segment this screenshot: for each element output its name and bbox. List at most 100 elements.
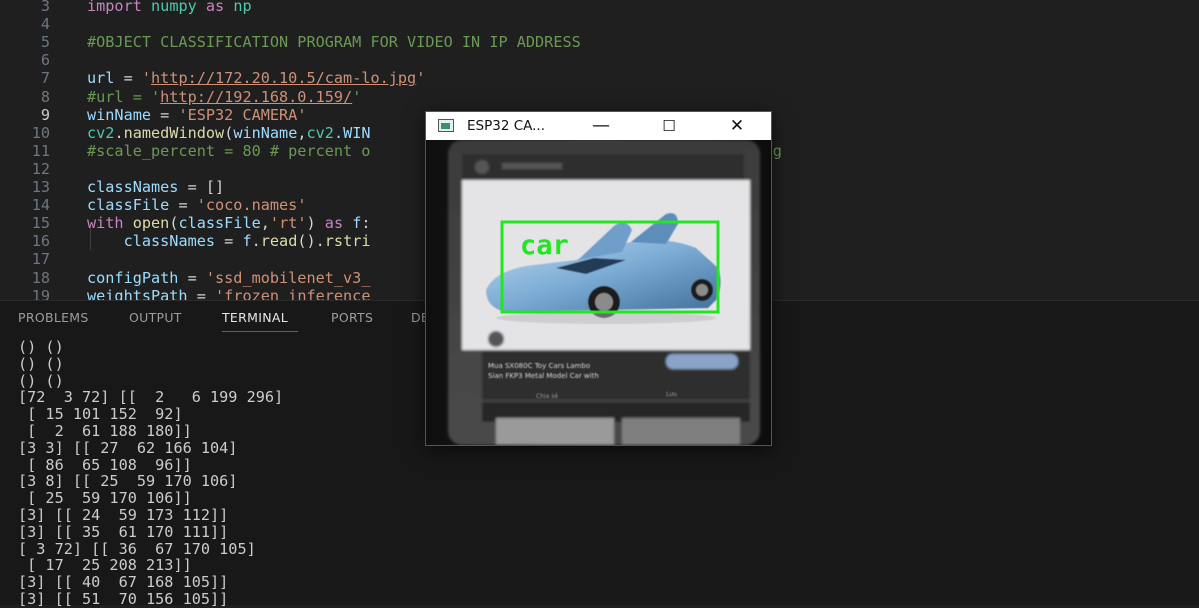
code-token: http://172.20.10.5/cam-lo.jpg (151, 69, 417, 88)
terminal-line: [3] [[ 40 67 168 105]] (18, 573, 229, 592)
code-text: url = 'http://172.20.10.5/cam-lo.jpg' (87, 69, 425, 87)
line-number: 3 (40, 0, 50, 15)
maximize-button[interactable]: ☐ (646, 112, 692, 140)
line-number: 10 (31, 123, 50, 142)
code-token: 'coco.names' (196, 196, 307, 215)
code-token: 'ESP32 CAMERA' (178, 105, 307, 124)
code-token: = (114, 69, 142, 88)
thumbnail-right (622, 418, 740, 445)
code-token: 'frozen_inference (215, 286, 371, 300)
code-token: with (87, 214, 124, 233)
code-token: classNames (87, 178, 179, 196)
code-token: ' (352, 87, 362, 106)
code-token: import (87, 0, 142, 15)
svg-text:Chia sẻ: Chia sẻ (536, 393, 558, 400)
line-number: 4 (40, 15, 50, 34)
camera-frame: Mua SX080C Toy Cars Lambo Sian FKP3 Meta… (426, 140, 771, 445)
svg-text:Lưu: Lưu (666, 391, 677, 398)
code-token: , (297, 123, 307, 142)
code-text: cv2.namedWindow(winName,cv2.WIN (87, 124, 371, 142)
code-text: classNames = f.read().rstri (87, 232, 371, 250)
code-token: (). (297, 232, 325, 251)
code-token: = (169, 196, 197, 215)
window-titlebar[interactable]: ESP32 CA... — ☐ ✕ (426, 112, 771, 140)
line-number: 14 (31, 196, 50, 215)
code-token: open (132, 214, 170, 233)
terminal-line: [3] [[ 24 59 173 112]] (18, 505, 229, 524)
tab-problems[interactable]: PROBLEMS (18, 310, 89, 325)
code-token: namedWindow (123, 123, 225, 142)
code-token: cv2 (306, 123, 334, 142)
add-cart-pill (666, 354, 738, 369)
code-text: #OBJECT CLASSIFICATION PROGRAM FOR VIDEO… (87, 33, 581, 51)
code-token: weightsPath (87, 286, 188, 300)
code-token: http://192.168.0.159/ (160, 87, 353, 106)
code-text: classFile = 'coco.names' (87, 196, 306, 214)
terminal-line: [ 86 65 108 96]] (18, 455, 192, 474)
terminal-line: [3] [[ 51 70 156 105]] (18, 589, 229, 608)
code-token: . (114, 123, 124, 142)
code-token: classFile (178, 214, 261, 233)
line-number: 17 (31, 250, 50, 269)
thumbnail-left (496, 418, 614, 445)
window-title: ESP32 CA... (467, 118, 546, 134)
code-token: url (87, 69, 115, 88)
terminal-line: () () (18, 371, 64, 390)
terminal-line: () () (18, 338, 64, 356)
terminal-line: [3 3] [[ 27 62 166 104] (18, 438, 238, 457)
svg-text:Mua SX080C Toy Cars Lambo: Mua SX080C Toy Cars Lambo (488, 362, 590, 370)
code-token: classNames (123, 232, 216, 251)
code-token: #url = ' (87, 87, 161, 106)
line-number: 7 (40, 69, 50, 88)
code-token: = (215, 232, 243, 251)
detection-label: car (520, 230, 569, 261)
code-text: classNames = [] (87, 178, 224, 196)
code-token: #scale_percent = 80 # percent o (87, 141, 371, 160)
code-token: as (324, 214, 344, 233)
terminal-line: [72 3 72] [[ 2 6 199 296] (18, 388, 284, 407)
active-tab-indicator (222, 331, 298, 332)
indent-guide (90, 228, 91, 250)
close-button[interactable]: ✕ (714, 112, 760, 140)
code-token: winName (233, 123, 298, 142)
esp32-camera-window[interactable]: ESP32 CA... — ☐ ✕ Mua SX080C Toy Cars La… (425, 111, 772, 446)
code-token: = (178, 268, 206, 287)
code-token: read (260, 232, 298, 251)
line-number: 13 (31, 178, 50, 196)
terminal-line: [3] [[ 35 61 170 111]] (18, 522, 229, 541)
minimize-button[interactable]: — (578, 112, 624, 140)
tab-output[interactable]: OUTPUT (129, 310, 182, 325)
code-text: import numpy as np (87, 0, 252, 15)
code-token: ) (306, 214, 325, 233)
code-text: winName = 'ESP32 CAMERA' (87, 106, 306, 124)
line-number: 11 (31, 141, 50, 160)
code-token: classFile (87, 196, 170, 215)
terminal-line: [3 8] [[ 25 59 170 106] (18, 472, 238, 491)
code-text: configPath = 'ssd_mobilenet_v3_ (87, 269, 370, 287)
code-token: 'ssd_mobilenet_v3_ (205, 268, 371, 287)
code-text: weightsPath = 'frozen_inference (87, 287, 370, 300)
tab-ports[interactable]: PORTS (331, 310, 373, 325)
app-window-icon (438, 119, 454, 132)
terminal-output[interactable]: () ()() ()() () [72 3 72] [[ 2 6 199 296]… (18, 339, 283, 608)
line-number: 16 (31, 232, 50, 251)
code-text: with open(classFile,'rt') as f: (87, 214, 371, 232)
code-token: winName (87, 105, 152, 124)
line-number: 9 (40, 105, 50, 124)
camera-feed: Mua SX080C Toy Cars Lambo Sian FKP3 Meta… (426, 140, 771, 445)
line-number: 18 (31, 268, 50, 287)
code-token: ( (224, 123, 234, 142)
code-token: ' (416, 69, 426, 88)
share-icon (488, 331, 504, 347)
line-number: 6 (40, 51, 50, 70)
code-token: . (251, 232, 261, 251)
code-token: ' (141, 69, 152, 88)
code-token: as (205, 0, 225, 15)
tab-terminal[interactable]: TERMINAL (222, 310, 288, 325)
line-number: 12 (31, 159, 50, 178)
code-token: : (361, 214, 371, 233)
terminal-line: () () (18, 354, 64, 373)
